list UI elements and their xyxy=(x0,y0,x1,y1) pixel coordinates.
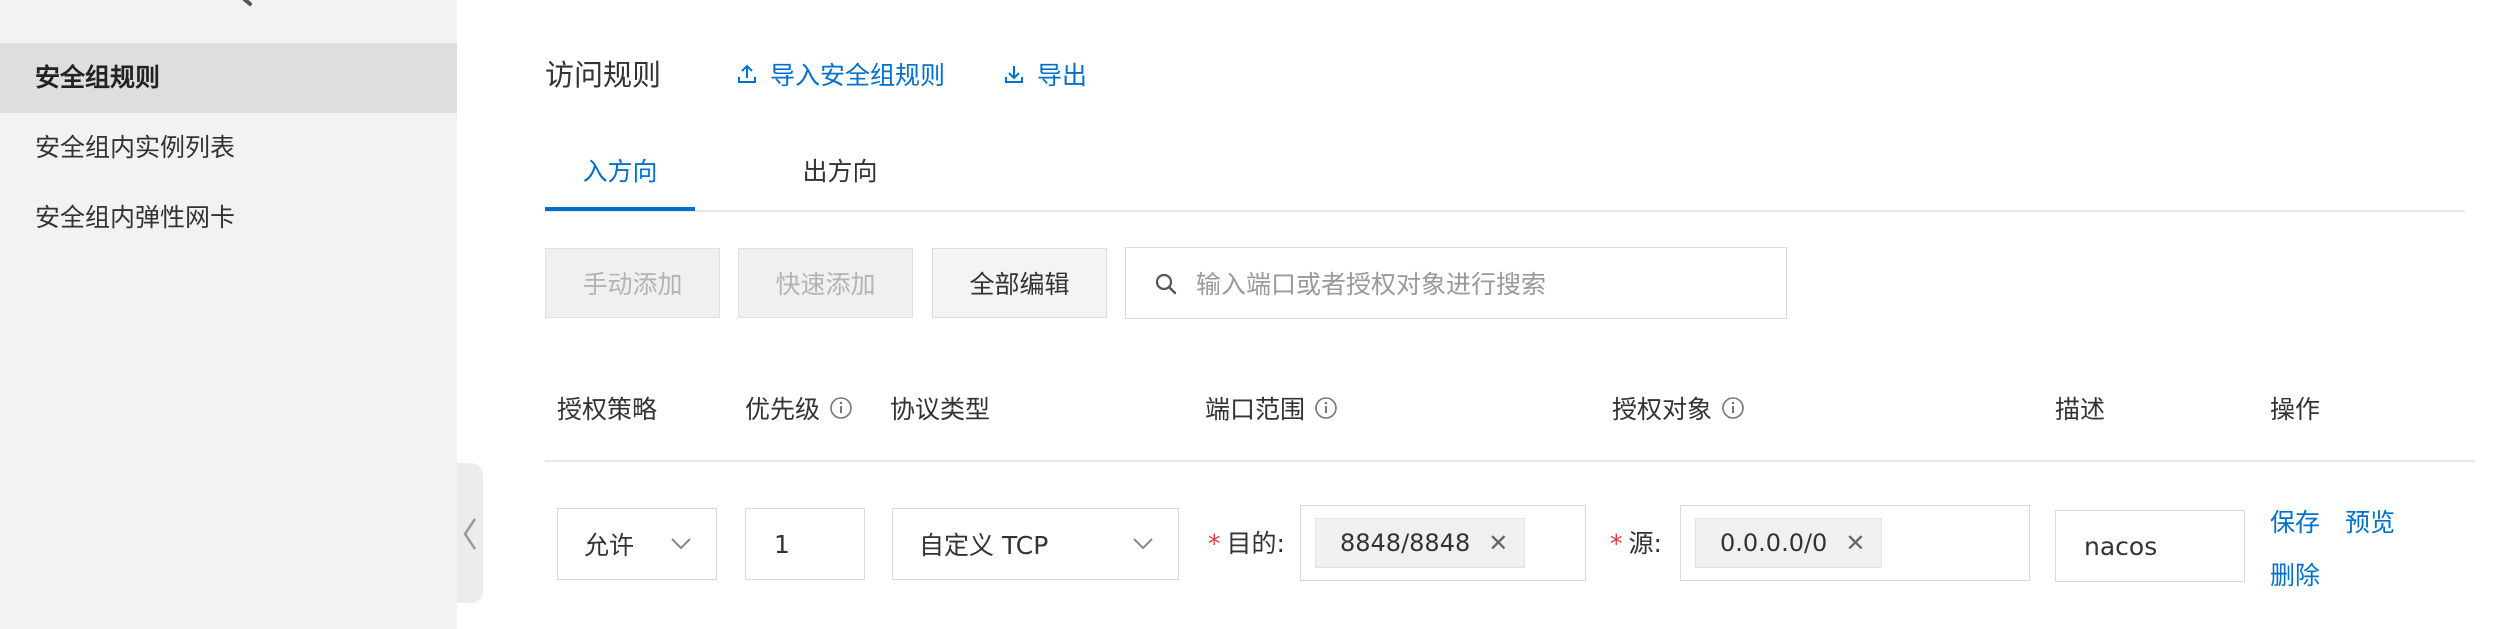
preview-link[interactable]: 预览 xyxy=(2345,503,2395,539)
close-icon[interactable]: ✕ xyxy=(1488,529,1508,557)
column-protocol-label: 协议类型 xyxy=(890,395,991,424)
quick-add-button[interactable]: 快速添加 xyxy=(738,248,913,318)
back-icon[interactable] xyxy=(228,0,258,20)
description-input[interactable]: nacos xyxy=(2055,510,2245,582)
info-icon[interactable] xyxy=(1721,396,1745,420)
priority-input[interactable]: 1 xyxy=(745,508,865,580)
priority-value: 1 xyxy=(774,529,790,559)
dest-label: * 目的: xyxy=(1208,529,1285,558)
column-header-auth-object: 授权对象 xyxy=(1612,390,1745,426)
sidebar-item-security-group-rules[interactable]: 安全组规则 xyxy=(0,43,457,113)
import-rules-button[interactable]: 导入安全组规则 xyxy=(736,56,945,92)
column-priority-label: 优先级 xyxy=(745,395,821,424)
column-port-range-label: 端口范围 xyxy=(1205,395,1306,424)
tab-outbound[interactable]: 出方向 xyxy=(765,152,915,188)
column-header-actions: 操作 xyxy=(2270,390,2320,426)
export-label: 导出 xyxy=(1037,61,1088,90)
column-header-policy: 授权策略 xyxy=(557,390,657,426)
info-icon[interactable] xyxy=(1314,396,1338,420)
protocol-select[interactable]: 自定义 TCP xyxy=(892,508,1179,580)
source-label: * 源: xyxy=(1610,529,1662,558)
source-label-text: 源 xyxy=(1628,529,1654,558)
policy-value: 允许 xyxy=(584,531,635,560)
protocol-value: 自定义 TCP xyxy=(919,531,1049,560)
column-header-port-range: 端口范围 xyxy=(1205,390,1338,426)
column-actions-label: 操作 xyxy=(2270,395,2321,424)
edit-all-button[interactable]: 全部编辑 xyxy=(932,248,1107,318)
tab-inbound[interactable]: 入方向 xyxy=(545,152,695,188)
page-title: 访问规则 xyxy=(545,58,662,92)
port-range-input[interactable]: 8848/8848 ✕ xyxy=(1300,505,1586,581)
sidebar-collapse-handle[interactable] xyxy=(457,463,483,603)
auth-object-input[interactable]: 0.0.0.0/0 ✕ xyxy=(1680,505,2030,581)
sidebar-item-eni[interactable]: 安全组内弹性网卡 xyxy=(0,183,457,253)
required-marker: * xyxy=(1610,529,1623,558)
policy-select[interactable]: 允许 xyxy=(557,508,717,580)
column-auth-object-label: 授权对象 xyxy=(1612,395,1713,424)
search-box xyxy=(1125,247,1787,319)
save-link[interactable]: 保存 xyxy=(2270,503,2320,539)
table-header: 授权策略 优先级 协议类型 端口范围 授权对象 描述 操作 xyxy=(545,360,2475,460)
import-rules-label: 导入安全组规则 xyxy=(770,61,946,90)
tabs-divider xyxy=(545,210,2465,212)
column-header-description: 描述 xyxy=(2055,390,2105,426)
download-icon xyxy=(1005,66,1023,83)
auth-object-tag: 0.0.0.0/0 ✕ xyxy=(1695,518,1883,568)
dest-label-text: 目的 xyxy=(1226,529,1277,558)
chevron-left-icon xyxy=(463,518,477,550)
search-icon xyxy=(1155,273,1177,295)
required-marker: * xyxy=(1208,529,1221,558)
upload-icon xyxy=(738,64,756,83)
close-icon[interactable]: ✕ xyxy=(1845,529,1865,557)
delete-link[interactable]: 删除 xyxy=(2270,556,2320,592)
search-input[interactable] xyxy=(1194,258,1768,310)
port-range-tag: 8848/8848 ✕ xyxy=(1315,518,1526,568)
chevron-down-icon xyxy=(671,538,691,550)
column-description-label: 描述 xyxy=(2055,395,2106,424)
export-button[interactable]: 导出 xyxy=(1003,56,1087,92)
info-icon[interactable] xyxy=(829,396,853,420)
port-range-tag-value: 8848/8848 xyxy=(1340,529,1471,557)
table-header-border xyxy=(545,460,2475,462)
active-tab-indicator xyxy=(545,207,695,211)
column-policy-label: 授权策略 xyxy=(557,395,658,424)
column-header-protocol: 协议类型 xyxy=(890,390,990,426)
manual-add-button[interactable]: 手动添加 xyxy=(545,248,720,318)
auth-object-tag-value: 0.0.0.0/0 xyxy=(1720,529,1828,557)
column-header-priority: 优先级 xyxy=(745,390,853,426)
sidebar-item-instance-list[interactable]: 安全组内实例列表 xyxy=(0,113,457,183)
chevron-down-icon xyxy=(1133,538,1153,550)
description-value: nacos xyxy=(2084,531,2158,561)
sidebar: 安全组规则 安全组内实例列表 安全组内弹性网卡 xyxy=(0,0,457,629)
